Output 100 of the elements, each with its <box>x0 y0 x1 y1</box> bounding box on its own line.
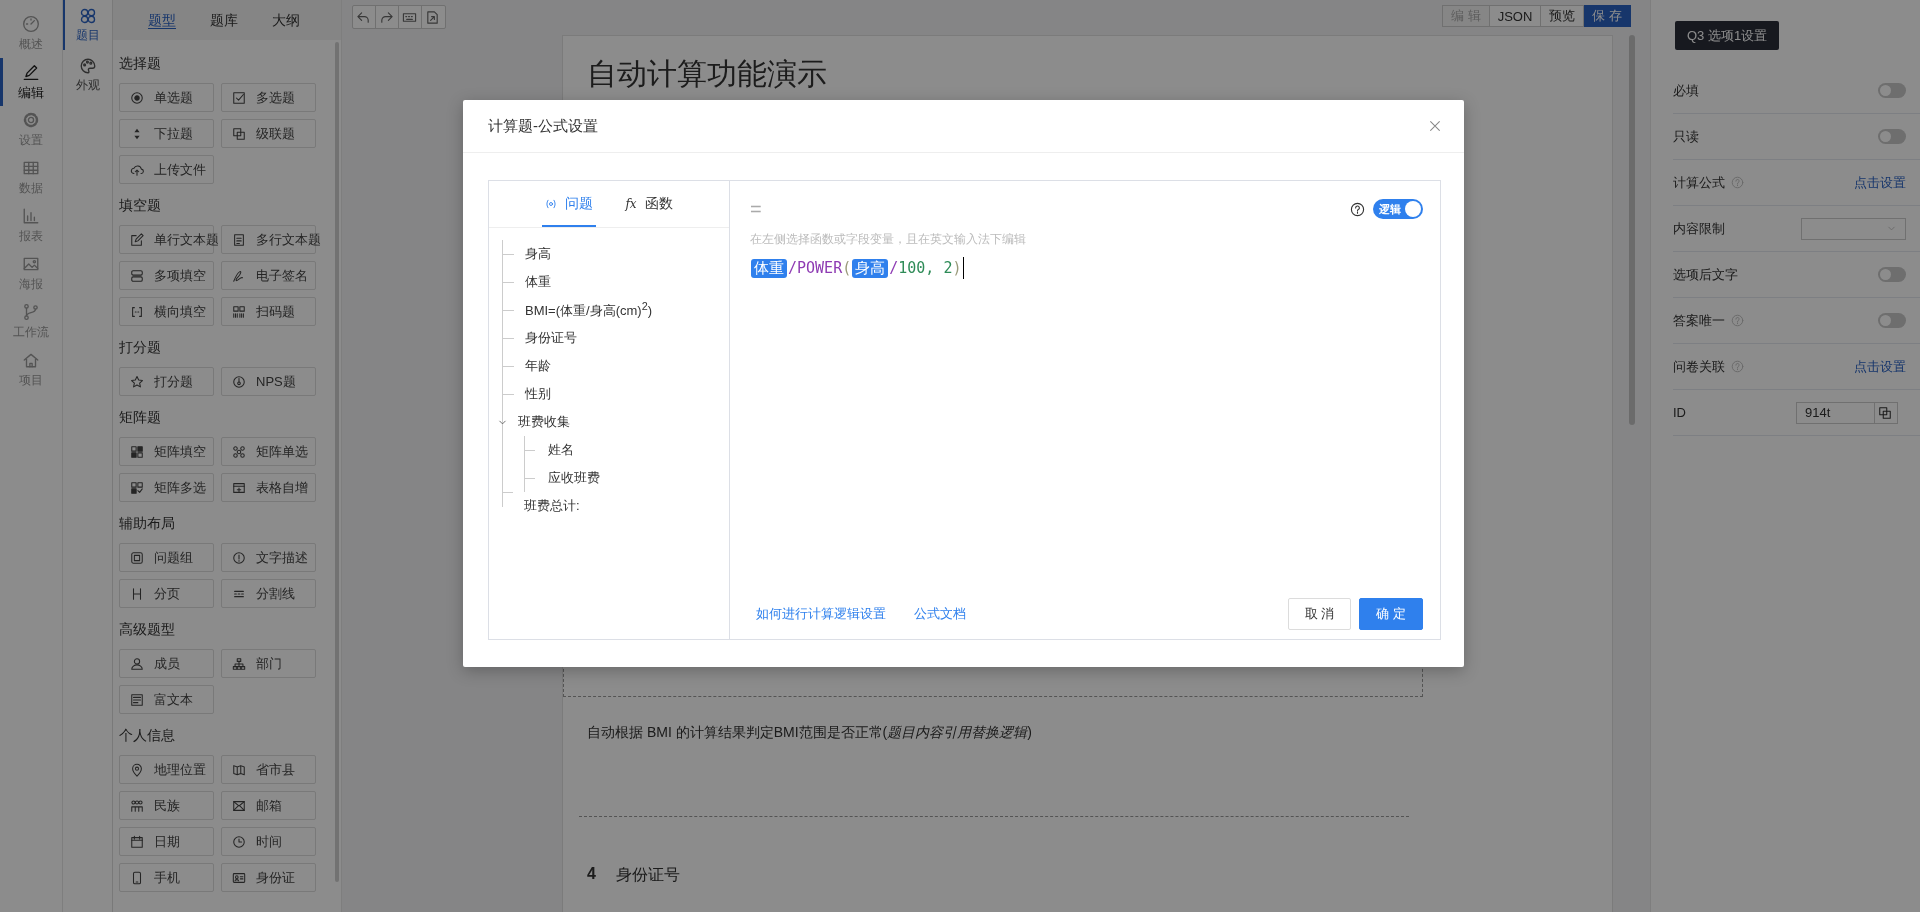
formula-text: POWER <box>797 259 843 277</box>
setting-label: 内容限制 <box>1673 219 1725 238</box>
document-icon <box>232 232 246 247</box>
phone-icon <box>130 870 144 885</box>
formula-text: ) <box>952 259 962 277</box>
question-type-button[interactable]: 身份证 <box>221 863 316 892</box>
tree-item[interactable]: 应收班费 <box>548 469 600 487</box>
pen-icon <box>232 268 246 283</box>
question-type-button[interactable]: 省市县 <box>221 755 316 784</box>
confirm-button[interactable]: 确 定 <box>1359 598 1423 630</box>
question-type-button[interactable]: 矩阵填空 <box>119 437 214 466</box>
sub-nav-item[interactable]: 题目 <box>63 0 112 50</box>
copy-button[interactable] <box>1875 401 1898 424</box>
toggle-switch[interactable] <box>1878 83 1906 98</box>
question-type-button[interactable]: 打分题 <box>119 367 214 396</box>
input-field[interactable]: 914t <box>1796 401 1875 424</box>
pencil-icon <box>22 62 40 81</box>
question-type-button[interactable]: 矩阵单选 <box>221 437 316 466</box>
tree-item[interactable]: 年龄 <box>525 357 551 375</box>
question-type-button[interactable]: 扫码题 <box>221 297 316 326</box>
variable-icon <box>545 198 558 210</box>
copy-icon <box>232 126 246 141</box>
help-link[interactable]: 公式文档 <box>914 605 966 623</box>
bracket-icon <box>130 304 144 319</box>
question-type-button[interactable]: 问题组 <box>119 543 214 572</box>
question-type-button[interactable]: 多项填空 <box>119 261 214 290</box>
question-type-button[interactable]: 手机 <box>119 863 214 892</box>
tree-item[interactable]: 性别 <box>525 385 551 403</box>
map-icon <box>232 762 246 777</box>
question-type-button[interactable]: 多选题 <box>221 83 316 112</box>
group-title: 个人信息 <box>119 726 176 745</box>
toggle-switch[interactable] <box>1878 129 1906 144</box>
help-icon[interactable] <box>1350 201 1365 217</box>
question-type-button[interactable]: 矩阵多选 <box>119 473 214 502</box>
question-type-button[interactable]: 电子签名 <box>221 261 316 290</box>
question-type-button[interactable]: 邮箱 <box>221 791 316 820</box>
matrix-check-icon <box>130 480 144 495</box>
sub-nav-item[interactable]: 外观 <box>63 50 112 100</box>
dial-icon <box>232 374 246 389</box>
setting-label: 只读 <box>1673 127 1699 146</box>
question-type-button[interactable]: 民族 <box>119 791 214 820</box>
setting-label: 问卷关联 <box>1673 357 1725 376</box>
select-field[interactable] <box>1801 217 1906 240</box>
help-link[interactable]: 如何进行计算逻辑设置 <box>756 605 886 623</box>
cancel-button[interactable]: 取 消 <box>1287 598 1352 630</box>
frame-icon <box>130 550 144 565</box>
formula-text: / <box>889 259 899 277</box>
stack-icon <box>130 268 144 283</box>
question-type-button[interactable]: 级联题 <box>221 119 316 148</box>
toggle-switch[interactable] <box>1878 313 1906 328</box>
tree-item[interactable]: 体重 <box>525 273 551 291</box>
dialog-tab[interactable]: 问题 <box>542 181 597 227</box>
settings-link[interactable]: 点击设置 <box>1854 173 1906 192</box>
question-type-button[interactable]: 分割线 <box>221 579 316 608</box>
question-title: 身份证号 <box>615 865 680 885</box>
formula-text: 100, 2 <box>898 259 953 277</box>
tree-item[interactable]: 班费总计: <box>524 497 580 515</box>
nav-item[interactable]: 编辑 <box>0 58 62 106</box>
palette-tab[interactable]: 题库 <box>193 0 255 40</box>
gauge-icon <box>22 15 40 33</box>
question-type-button[interactable]: 表格自增 <box>221 473 316 502</box>
settings-link[interactable]: 点击设置 <box>1854 357 1906 376</box>
tree-item[interactable]: 身高 <box>525 245 551 263</box>
question-type-button[interactable]: 富文本 <box>119 685 214 714</box>
question-type-button[interactable]: 横向填空 <box>119 297 214 326</box>
question-type-button[interactable]: 单选题 <box>119 83 214 112</box>
close-icon[interactable] <box>1428 119 1442 133</box>
org-chart-icon <box>232 656 246 671</box>
group-title: 填空题 <box>119 196 162 215</box>
undo-icon <box>356 9 371 25</box>
tree-item[interactable]: 姓名 <box>548 441 574 459</box>
palette-icon <box>78 56 97 75</box>
toggle-switch[interactable] <box>1878 267 1906 282</box>
question-type-button[interactable]: 部门 <box>221 649 316 678</box>
palette-tab[interactable]: 题型 <box>131 0 193 40</box>
radio-icon <box>130 90 144 105</box>
tree-item[interactable]: 身份证号 <box>525 329 577 347</box>
tree-item[interactable]: 班费收集 <box>518 413 570 431</box>
question-type-button[interactable]: NPS题 <box>221 367 316 396</box>
logic-toggle[interactable]: 逻辑 <box>1373 199 1423 219</box>
tree-item[interactable]: BMI=(体重/身高(cm)$^{2}$) <box>525 299 652 321</box>
question-type-button[interactable]: 时间 <box>221 827 316 856</box>
question-type-button[interactable]: 文字描述 <box>221 543 316 572</box>
export-icon <box>425 9 440 25</box>
dialog-tab[interactable]: fx 函数 <box>622 181 676 227</box>
group-title: 辅助布局 <box>119 514 176 533</box>
edit-icon <box>130 232 144 247</box>
mode-button[interactable]: 预览 <box>1541 5 1585 27</box>
question-type-button[interactable]: 成员 <box>119 649 214 678</box>
matrix-dots-icon <box>232 444 246 459</box>
palette-tab[interactable]: 大纲 <box>255 0 317 40</box>
mode-button[interactable]: JSON <box>1489 5 1542 27</box>
scrollbar[interactable] <box>1629 35 1635 425</box>
question-type-button[interactable]: 日期 <box>119 827 214 856</box>
question-type-button[interactable]: 上传文件 <box>119 155 214 184</box>
question-type-button[interactable]: 下拉题 <box>119 119 214 148</box>
redo-icon <box>379 9 394 25</box>
question-type-button[interactable]: 地理位置 <box>119 755 214 784</box>
question-type-button[interactable]: 分页 <box>119 579 214 608</box>
mode-button[interactable]: 保 存 <box>1584 5 1631 27</box>
